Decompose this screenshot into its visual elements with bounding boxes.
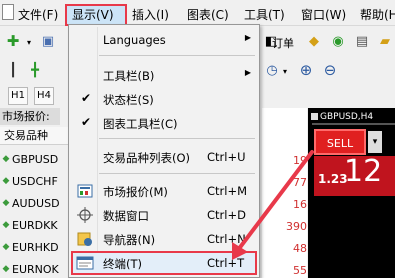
- checkmark-icon: ✔: [81, 91, 92, 105]
- list-item[interactable]: ◆ EURNOK: [0, 258, 70, 278]
- list-item[interactable]: ◆ EURDKK: [0, 214, 70, 236]
- divider: [99, 55, 255, 56]
- expert-icon[interactable]: ◆: [304, 31, 324, 51]
- terminal-icon: [75, 253, 95, 273]
- menu-window[interactable]: 窗口(W): [301, 6, 346, 23]
- menu-bar: 文件(F) 显示(V) 插入(I) 图表(C) 工具(T) 窗口(W) 帮助(H: [0, 0, 395, 26]
- market-watch-list: ◆ GBPUSD ◆ USDCHF ◆ AUDUSD ◆ EURDKK ◆ EURHKD …: [0, 148, 70, 278]
- chart-window-icon: [311, 113, 318, 120]
- price-value: 77: [293, 176, 307, 189]
- candlestick-icon[interactable]: ╋: [26, 60, 44, 80]
- market-watch-values: 19 77 16 390 48 55: [262, 108, 307, 278]
- app-document-icon[interactable]: [2, 4, 14, 20]
- list-item[interactable]: ◆ USDCHF: [0, 170, 70, 192]
- menu-item-toolbars[interactable]: 工具栏(B) ▶: [69, 63, 259, 87]
- signal-icon[interactable]: ◉: [328, 31, 348, 51]
- price-value: 48: [293, 242, 307, 255]
- timeframe-h1[interactable]: H1: [8, 87, 28, 105]
- print-icon[interactable]: ▤: [352, 31, 372, 51]
- clock-icon[interactable]: ◷: [262, 60, 282, 80]
- sell-button[interactable]: SELL: [314, 129, 366, 155]
- menu-charts[interactable]: 图表(C): [187, 6, 229, 23]
- menu-help[interactable]: 帮助(H: [360, 6, 395, 23]
- bar-chart-icon[interactable]: ┃: [4, 60, 22, 80]
- up-arrow-icon: ◆: [2, 242, 10, 252]
- menu-insert[interactable]: 插入(I): [132, 6, 169, 23]
- list-item[interactable]: ◆ AUDUSD: [0, 192, 70, 214]
- up-arrow-icon: ◆: [2, 220, 10, 230]
- menu-item-terminal[interactable]: 终端(T) Ctrl+T: [69, 251, 259, 275]
- new-chart-icon[interactable]: ✚: [2, 31, 24, 51]
- crosshair-icon: [75, 205, 95, 225]
- timeframe-h4[interactable]: H4: [34, 87, 54, 105]
- view-menu-dropdown: Languages ▶ 工具栏(B) ▶ ✔ 状态栏(S) ✔ 图表工具栏(C)…: [68, 24, 260, 278]
- menu-item-data-window[interactable]: 数据窗口 Ctrl+D: [69, 203, 259, 227]
- price-value: 19: [293, 154, 307, 167]
- zoom-out-icon[interactable]: ⊖: [320, 60, 340, 80]
- chevron-right-icon: ▶: [244, 68, 251, 77]
- menu-item-status-bar[interactable]: ✔ 状态栏(S): [69, 87, 259, 111]
- menu-item-chart-toolbar[interactable]: ✔ 图表工具栏(C): [69, 111, 259, 135]
- price-value: 55: [293, 264, 307, 277]
- market-watch-title: 市场报价: 03:: [0, 108, 60, 140]
- folder-icon[interactable]: ▰: [375, 31, 395, 51]
- sell-quote[interactable]: 1.23 12: [314, 154, 395, 196]
- navigator-icon: [75, 229, 95, 249]
- divider: [312, 123, 395, 125]
- up-arrow-icon: ◆: [2, 264, 10, 274]
- chart-window[interactable]: GBPUSD,H4 SELL ▾ 1.23 12: [308, 108, 395, 278]
- profiles-icon[interactable]: ▣: [38, 31, 58, 51]
- market-watch-column-header[interactable]: 交易品种: [0, 127, 70, 145]
- chart-title: GBPUSD,H4: [320, 112, 374, 122]
- zoom-in-icon[interactable]: ⊕: [296, 60, 316, 80]
- up-arrow-icon: ◆: [2, 176, 10, 186]
- menu-item-languages[interactable]: Languages ▶: [69, 28, 259, 52]
- list-item[interactable]: ◆ EURHKD: [0, 236, 70, 258]
- chevron-down-icon[interactable]: ▾: [368, 131, 382, 153]
- divider: [99, 138, 255, 139]
- menu-item-symbols[interactable]: 交易品种列表(O) Ctrl+U: [69, 145, 259, 169]
- menu-item-navigator[interactable]: 导航器(N) Ctrl+N: [69, 227, 259, 251]
- checkmark-icon: ✔: [81, 115, 92, 129]
- market-watch-icon: [75, 181, 95, 201]
- menu-view[interactable]: 显示(V): [72, 6, 114, 23]
- quote-big: 12: [344, 154, 383, 189]
- menu-tools[interactable]: 工具(T): [244, 6, 285, 23]
- menu-item-market-watch[interactable]: 市场报价(M) Ctrl+M: [69, 179, 259, 203]
- up-arrow-icon: ◆: [2, 198, 10, 208]
- new-order-label[interactable]: 订单: [272, 35, 294, 51]
- menu-file[interactable]: 文件(F): [18, 6, 58, 23]
- price-value: 390: [286, 220, 307, 233]
- divider: [99, 173, 255, 174]
- chevron-right-icon: ▶: [244, 33, 251, 42]
- up-arrow-icon: ◆: [2, 154, 10, 164]
- price-value: 16: [293, 198, 307, 211]
- chevron-down-icon[interactable]: ▾: [24, 33, 34, 51]
- list-item[interactable]: ◆ GBPUSD: [0, 148, 70, 170]
- chevron-down-icon[interactable]: ▾: [280, 62, 290, 80]
